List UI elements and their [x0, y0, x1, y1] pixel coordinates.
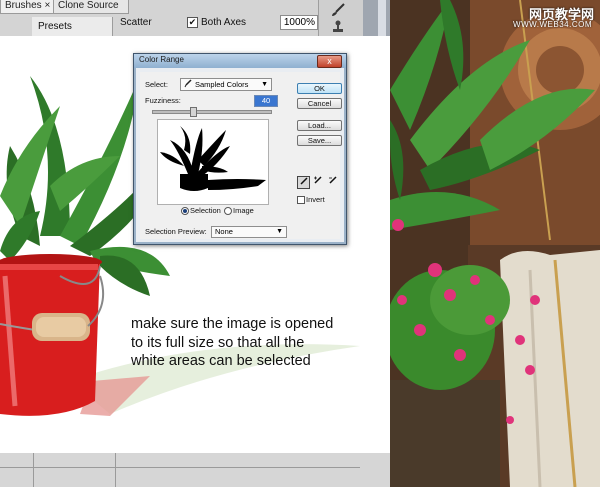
scatter-label: Scatter: [120, 17, 152, 28]
chevron-down-icon: ▼: [261, 81, 268, 88]
save-button[interactable]: Save...: [297, 135, 342, 146]
selection-preview-label: Selection Preview:: [145, 227, 207, 236]
background-photo: 网页教学网 WWW.WEB34.COM: [390, 0, 600, 487]
instruction-line: white areas can be selected: [131, 353, 311, 369]
bottom-panel: [0, 453, 390, 487]
divider: [0, 467, 360, 468]
dialog-body: Select: Sampled Colors ▼ Fuzziness: 40 S…: [140, 72, 342, 239]
color-range-dialog: Color Range x Select: Sampled Colors ▼ F…: [133, 53, 347, 245]
selection-preview-image: [157, 119, 269, 205]
watermark-url: WWW.WEB34.COM: [513, 20, 592, 29]
selection-radio-label: Selection: [190, 206, 221, 215]
close-button[interactable]: x: [317, 55, 342, 68]
selection-radio[interactable]: [181, 207, 189, 215]
fuzziness-label: Fuzziness:: [145, 96, 181, 105]
chevron-down-icon: ▼: [276, 228, 283, 235]
fuzziness-slider-thumb[interactable]: [190, 107, 198, 117]
plant-photo-image: [390, 0, 600, 487]
select-dropdown[interactable]: Sampled Colors ▼: [180, 78, 272, 91]
load-button[interactable]: Load...: [297, 120, 342, 131]
presets-item[interactable]: Presets: [38, 21, 72, 32]
select-label: Select:: [145, 80, 168, 89]
dialog-titlebar[interactable]: Color Range x: [134, 54, 346, 68]
clone-stamp-icon[interactable]: [332, 20, 344, 34]
fuzziness-input[interactable]: 40: [254, 95, 278, 107]
plant-silhouette-image: [160, 126, 266, 191]
instruction-text: make sure the image is opened to its ful…: [131, 315, 391, 371]
eyedropper-plus-icon[interactable]: [312, 176, 323, 187]
tab-brushes[interactable]: Brushes ×: [0, 0, 56, 14]
eyedropper-icon: [184, 79, 192, 91]
fuzziness-slider[interactable]: [152, 107, 272, 117]
scatter-value-field[interactable]: 1000%: [280, 15, 318, 30]
tab-clone-source[interactable]: Clone Source: [53, 0, 129, 14]
instruction-line: to its full size so that all the: [131, 334, 305, 351]
both-axes-checkbox[interactable]: ✔: [187, 17, 198, 28]
ok-button[interactable]: OK: [297, 83, 342, 94]
cancel-button[interactable]: Cancel: [297, 98, 342, 109]
invert-label: Invert: [306, 195, 325, 204]
divider: [115, 453, 116, 487]
image-radio-label: Image: [233, 206, 254, 215]
eyedropper-minus-icon[interactable]: [327, 176, 338, 187]
selection-preview-dropdown[interactable]: None ▼: [211, 226, 287, 238]
dialog-title: Color Range: [139, 55, 184, 64]
instruction-line: make sure the image is opened: [131, 316, 334, 332]
selection-preview-value: None: [215, 227, 233, 236]
brush-icon[interactable]: [330, 3, 346, 17]
both-axes-label: Both Axes: [201, 17, 247, 28]
image-radio[interactable]: [224, 207, 232, 215]
eyedropper-icon[interactable]: [297, 176, 310, 189]
invert-checkbox[interactable]: [297, 196, 305, 204]
divider: [33, 453, 34, 487]
select-value: Sampled Colors: [195, 80, 249, 89]
